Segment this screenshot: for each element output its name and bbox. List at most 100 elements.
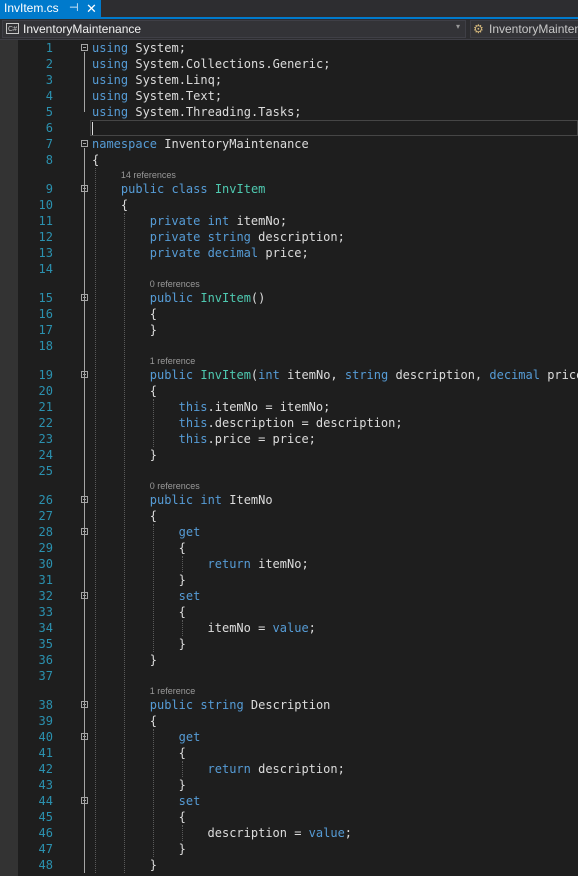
code-line[interactable]: 39 { bbox=[0, 713, 578, 729]
code-line[interactable]: 45 { bbox=[0, 809, 578, 825]
code-line[interactable]: 41 { bbox=[0, 745, 578, 761]
line-number: 41 bbox=[38, 746, 53, 760]
code-line[interactable]: 27 { bbox=[0, 508, 578, 524]
code-line[interactable]: 11 private int itemNo; bbox=[0, 213, 578, 229]
keyword-token: private bbox=[149, 230, 201, 244]
code-line[interactable]: 40 get bbox=[0, 729, 578, 745]
keyword-token: using bbox=[92, 73, 129, 87]
code-line[interactable]: 9 public class InvItem bbox=[0, 181, 578, 197]
code-line[interactable]: 31} bbox=[0, 572, 578, 588]
code-line[interactable]: 18 bbox=[0, 338, 578, 354]
code-line[interactable]: 35} bbox=[0, 636, 578, 652]
keyword-token: public bbox=[149, 698, 194, 712]
code-line[interactable]: 17} bbox=[0, 322, 578, 338]
text-token: description; bbox=[250, 230, 345, 244]
code-line[interactable]: 19 public InvItem(int itemNo, string desc… bbox=[0, 367, 578, 383]
code-line[interactable]: 37 bbox=[0, 668, 578, 684]
line-number: 19 bbox=[38, 368, 53, 382]
code-line[interactable]: 3 using System.Linq; bbox=[0, 72, 578, 88]
line-number: 24 bbox=[38, 448, 53, 462]
code-editor[interactable]: 1 using System; 2 using System.Collections.… bbox=[0, 40, 578, 876]
tab-invitem-cs[interactable]: InvItem.cs ⊣ ✕ bbox=[0, 0, 101, 17]
code-line[interactable]: 29 { bbox=[0, 540, 578, 556]
code-text: itemNo = value; bbox=[208, 620, 316, 636]
collapse-toggle-icon[interactable] bbox=[81, 44, 88, 51]
keyword-token: private bbox=[149, 214, 201, 228]
keyword-token: public bbox=[120, 182, 165, 196]
keyword-token: using bbox=[92, 105, 129, 119]
keyword-token: this bbox=[178, 416, 208, 430]
code-line[interactable]: 48} bbox=[0, 857, 578, 873]
code-line[interactable]: 10 { bbox=[0, 197, 578, 213]
text-token: System.Collections.Generic; bbox=[128, 57, 331, 71]
text-token: { bbox=[178, 810, 186, 824]
code-text: private decimal price; bbox=[150, 245, 309, 261]
line-number: 21 bbox=[38, 400, 53, 414]
project-label: InventoryMaintenance bbox=[23, 22, 142, 36]
indent-guide bbox=[95, 168, 96, 873]
code-line[interactable]: 4 using System.Text; bbox=[0, 88, 578, 104]
code-line[interactable]: 47} bbox=[0, 841, 578, 857]
code-line[interactable]: 13 private decimal price; bbox=[0, 245, 578, 261]
code-line[interactable]: 23 this.price = price; bbox=[0, 431, 578, 447]
project-dropdown[interactable]: C# InventoryMaintenance ▾ bbox=[2, 20, 466, 38]
code-line[interactable]: 46 description = value; bbox=[0, 825, 578, 841]
code-line[interactable]: 12 private string description; bbox=[0, 229, 578, 245]
code-line[interactable]: 6 bbox=[0, 120, 578, 136]
code-line[interactable]: 38 public string Description bbox=[0, 697, 578, 713]
code-line[interactable]: 32 set bbox=[0, 588, 578, 604]
type-token: InvItem bbox=[200, 368, 251, 382]
pin-icon[interactable]: ⊣ bbox=[69, 0, 79, 17]
keyword-token: this bbox=[178, 432, 208, 446]
code-line[interactable]: 22 this.description = description; bbox=[0, 415, 578, 431]
code-line[interactable]: 21 this.itemNo = itemNo; bbox=[0, 399, 578, 415]
keyword-token: namespace bbox=[92, 137, 158, 151]
line-number: 31 bbox=[38, 573, 53, 587]
code-line[interactable]: 44 set bbox=[0, 793, 578, 809]
code-line[interactable]: 7 namespace InventoryMaintenance bbox=[0, 136, 578, 152]
code-line[interactable]: 16 { bbox=[0, 306, 578, 322]
code-text: private int itemNo; bbox=[150, 213, 287, 229]
type-dropdown[interactable]: ⚙ InventoryMaintenance.InvItem bbox=[470, 20, 578, 38]
line-number: 43 bbox=[38, 778, 53, 792]
collapse-toggle-icon[interactable] bbox=[81, 140, 88, 147]
code-text: { bbox=[121, 197, 128, 213]
code-line[interactable]: 34 itemNo = value; bbox=[0, 620, 578, 636]
code-line[interactable]: 8{ bbox=[0, 152, 578, 168]
code-line[interactable]: 42 return description; bbox=[0, 761, 578, 777]
code-line[interactable]: 26 public int ItemNo bbox=[0, 492, 578, 508]
code-line[interactable]: 33 { bbox=[0, 604, 578, 620]
code-line[interactable]: 2 using System.Collections.Generic; bbox=[0, 56, 578, 72]
code-line[interactable]: 30 return itemNo; bbox=[0, 556, 578, 572]
text-token: } bbox=[178, 573, 186, 587]
line-number: 26 bbox=[38, 493, 53, 507]
code-text: set bbox=[179, 588, 201, 604]
code-line[interactable]: 25 bbox=[0, 463, 578, 479]
code-text: get bbox=[179, 524, 201, 540]
text-token: { bbox=[178, 541, 186, 555]
text-token: { bbox=[149, 307, 157, 321]
code-line[interactable]: 1 using System; bbox=[0, 40, 578, 56]
keyword-token: public bbox=[149, 291, 194, 305]
code-line[interactable]: 20 { bbox=[0, 383, 578, 399]
text-token: itemNo; bbox=[250, 557, 309, 571]
code-line[interactable]: 24} bbox=[0, 447, 578, 463]
code-line[interactable]: 43} bbox=[0, 777, 578, 793]
text-token: } bbox=[149, 858, 157, 872]
line-number: 6 bbox=[45, 121, 53, 135]
code-line[interactable]: 14 bbox=[0, 261, 578, 277]
code-line[interactable]: 15 public InvItem() bbox=[0, 290, 578, 306]
code-line[interactable]: 28 get bbox=[0, 524, 578, 540]
close-icon[interactable]: ✕ bbox=[86, 0, 97, 17]
text-token: () bbox=[250, 291, 266, 305]
code-text: using System.Text; bbox=[92, 88, 222, 104]
text-token: Description bbox=[243, 698, 331, 712]
code-line[interactable]: 5 using System.Threading.Tasks; bbox=[0, 104, 578, 120]
keyword-token: int bbox=[258, 368, 280, 382]
keyword-token: int bbox=[207, 214, 230, 228]
text-token: { bbox=[149, 714, 157, 728]
line-number: 48 bbox=[38, 858, 53, 872]
code-line[interactable]: 36} bbox=[0, 652, 578, 668]
